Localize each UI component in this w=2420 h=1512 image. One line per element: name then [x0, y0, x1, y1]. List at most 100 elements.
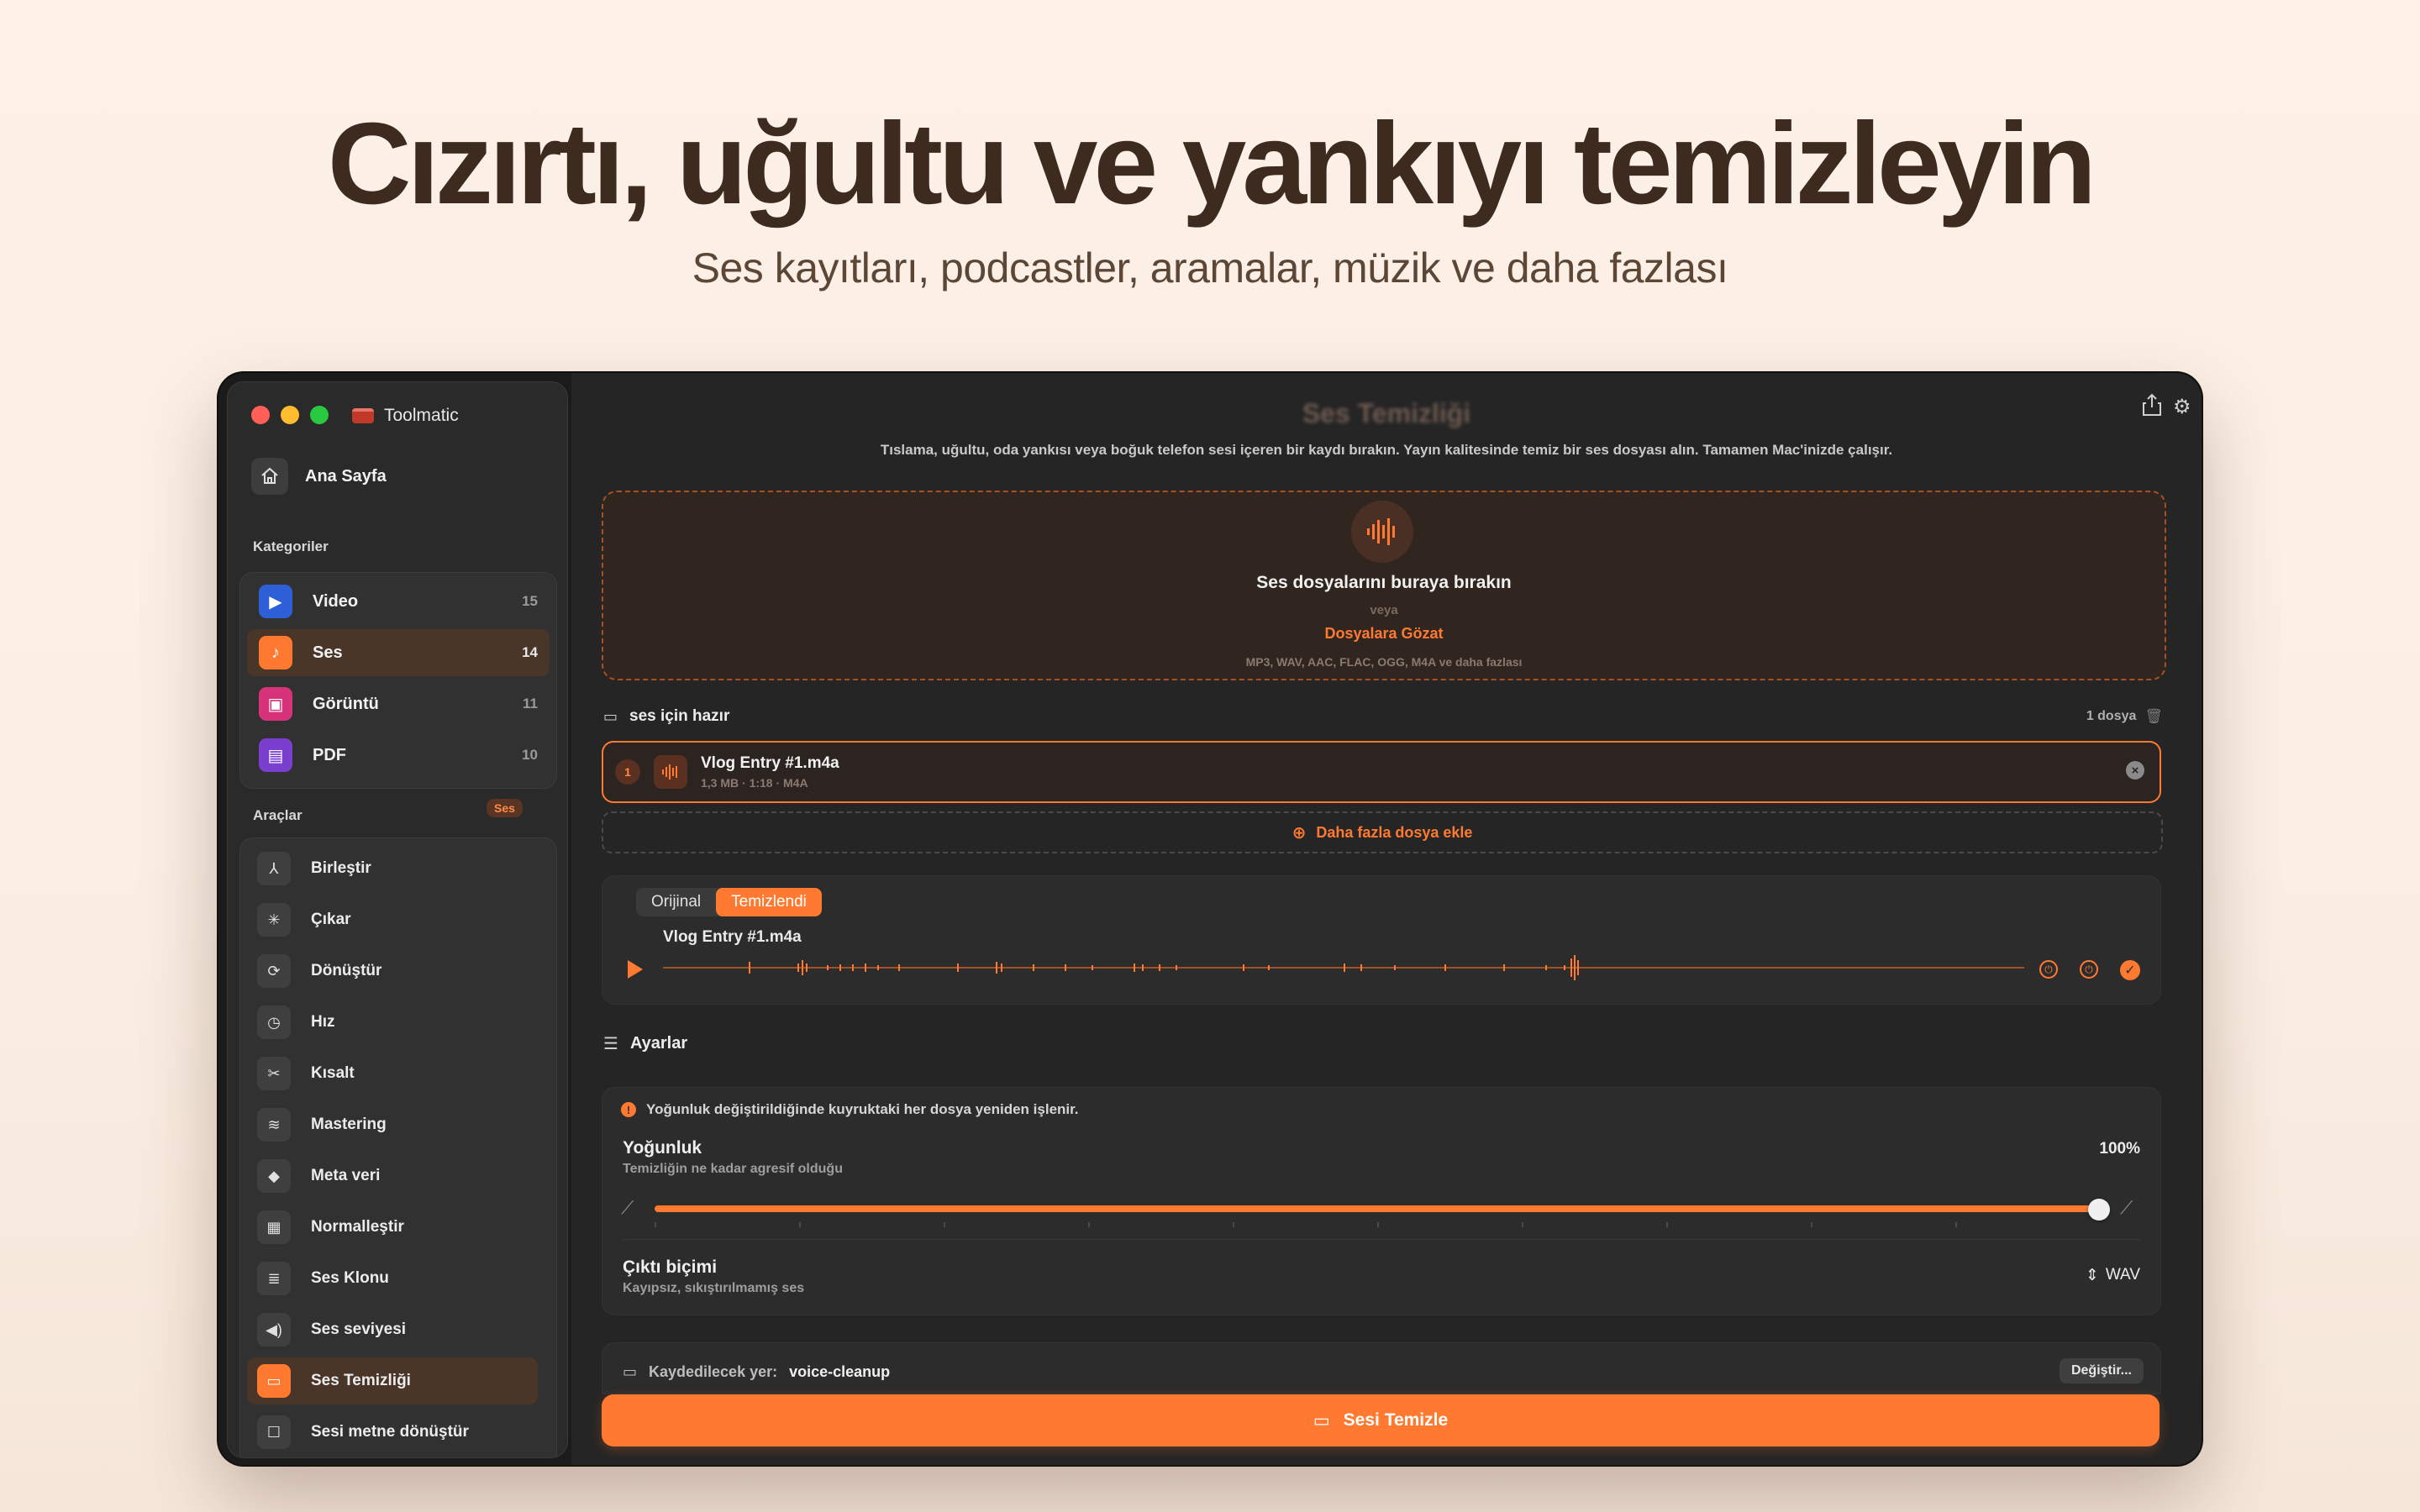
- tray-icon: ▭: [603, 707, 618, 725]
- waveform-icon: [1351, 501, 1413, 563]
- chevron-updown-icon: ⇕: [2085, 1267, 2099, 1284]
- sidebar-item-image[interactable]: ▣ Görüntü 11: [247, 680, 550, 727]
- category-count: 15: [522, 593, 538, 609]
- change-location-button[interactable]: Değiştir...: [2059, 1358, 2144, 1383]
- dropzone-or: veya: [1370, 603, 1398, 617]
- gear-icon[interactable]: ⚙: [2173, 395, 2191, 419]
- slider-tick: [1233, 1222, 1234, 1227]
- image-icon: ▣: [259, 687, 292, 721]
- category-label: Ses: [313, 643, 343, 662]
- file-index: 1: [615, 759, 640, 785]
- sidebar-item-extract[interactable]: ✳ Çıkar: [247, 896, 538, 943]
- trash-icon[interactable]: 🗑: [2144, 708, 2163, 725]
- sidebar-item-pdf[interactable]: ▤ PDF 10: [247, 732, 550, 779]
- output-format-label: Çıktı biçimi: [623, 1257, 718, 1277]
- remove-file-button[interactable]: ×: [2126, 761, 2144, 780]
- plus-circle-icon: ⊕: [1292, 823, 1307, 843]
- category-label: Video: [313, 591, 359, 611]
- tool-label: Birleştir: [311, 859, 371, 877]
- tool-label: Meta veri: [311, 1167, 381, 1184]
- sidebar-item-cleanup[interactable]: ▭ Ses Temizliği: [247, 1357, 538, 1404]
- home-label: Ana Sayfa: [305, 466, 387, 486]
- sidebar-item-merge[interactable]: ⅄ Birleştir: [247, 845, 538, 892]
- sidebar-item-convert[interactable]: ⟳ Dönüştür: [247, 948, 538, 995]
- tool-label: Kısalt: [311, 1064, 355, 1082]
- queue-count: 1 dosya: [2086, 709, 2137, 723]
- slider-tick: [1522, 1222, 1523, 1227]
- slider-tick: [799, 1222, 801, 1227]
- video-icon: ▶: [259, 585, 292, 618]
- sidebar-item-speed[interactable]: ◷ Hız: [247, 999, 538, 1046]
- sidebar-item-home[interactable]: Ana Sayfa: [251, 458, 387, 495]
- app-name-label: Toolmatic: [384, 406, 459, 425]
- add-more-files-button[interactable]: ⊕ Daha fazla dosya ekle: [602, 811, 2163, 853]
- tool-label: Mastering: [311, 1116, 387, 1133]
- clean-audio-button[interactable]: ▭ Sesi Temizle: [602, 1394, 2160, 1446]
- category-count: 14: [522, 644, 538, 660]
- hero-subtitle: Ses kayıtları, podcastler, aramalar, müz…: [692, 244, 1728, 291]
- close-window-button[interactable]: [251, 406, 270, 424]
- slider-tick: [1811, 1222, 1812, 1227]
- home-icon: [251, 458, 288, 495]
- volume-icon: ◀): [257, 1313, 291, 1347]
- tag-icon: ◆: [257, 1159, 291, 1193]
- tab-cleaned[interactable]: Temizlendi: [716, 888, 822, 916]
- checkmark-icon[interactable]: ✓: [2120, 960, 2140, 980]
- output-format-value: WAV: [2105, 1266, 2140, 1284]
- supported-formats: MP3, WAV, AAC, FLAC, OGG, M4A ve daha fa…: [1245, 655, 1523, 669]
- dropzone[interactable]: Ses dosyalarını buraya bırakın veya Dosy…: [602, 491, 2166, 680]
- tool-label: Ses Temizliği: [311, 1372, 411, 1389]
- hero-title: Cızırtı, uğultu ve yankıyı temizleyin: [327, 99, 2096, 228]
- intensity-slider-knob[interactable]: [2088, 1199, 2110, 1221]
- sidebar-item-mastering[interactable]: ≋ Mastering: [247, 1101, 538, 1148]
- music-note-icon: ♪: [259, 636, 292, 669]
- sidebar-item-volume[interactable]: ◀) Ses seviyesi: [247, 1306, 538, 1353]
- category-count: 10: [522, 747, 538, 763]
- sidebar-item-trim[interactable]: ✂ Kısalt: [247, 1050, 538, 1097]
- app-window: Toolmatic Ana Sayfa Kategoriler ▶ Video …: [218, 373, 2202, 1465]
- slider-tick: [655, 1222, 656, 1227]
- category-label: Görüntü: [313, 694, 379, 713]
- save-location: ▭ Kaydedilecek yer: voice-cleanup: [623, 1363, 890, 1381]
- power-icon[interactable]: ⏻: [2039, 960, 2058, 979]
- save-location-value: voice-cleanup: [789, 1363, 891, 1380]
- settings-header: ☰ Ayarlar: [603, 1033, 687, 1054]
- sliders-icon: ☰: [603, 1035, 618, 1053]
- sidebar-item-normalize[interactable]: ▦ Normalleştir: [247, 1204, 538, 1251]
- category-list: ▶ Video 15 ♪ Ses 14 ▣ Görüntü 11 ▤ PDF 1…: [239, 572, 557, 789]
- intensity-slider-track[interactable]: [655, 1205, 2100, 1212]
- minimize-window-button[interactable]: [281, 406, 299, 424]
- sidebar-item-voice-clone[interactable]: ≣ Ses Klonu: [247, 1255, 538, 1302]
- voice-clone-icon: ≣: [257, 1262, 291, 1295]
- wand-off-icon: ⟋: [621, 1197, 634, 1218]
- queue-file-row[interactable]: 1 Vlog Entry #1.m4a 1,3 MB · 1:18 · M4A …: [602, 741, 2161, 803]
- speed-icon: ◷: [257, 1005, 291, 1039]
- slider-tick: [1666, 1222, 1668, 1227]
- slider-tick: [944, 1222, 945, 1227]
- tools-filter-badge: Ses: [487, 799, 523, 817]
- intensity-value: 100%: [2099, 1140, 2140, 1158]
- scissors-icon: ✂: [257, 1057, 291, 1090]
- page-description: Tıslama, uğultu, oda yankısı veya boğuk …: [880, 442, 1893, 458]
- save-location-label: Kaydedilecek yer:: [649, 1363, 778, 1380]
- waveform[interactable]: [663, 947, 2024, 989]
- output-format-description: Kayıpsız, sıkıştırılmamış ses: [623, 1281, 805, 1295]
- transcribe-icon: ☐: [257, 1415, 291, 1449]
- categories-header: Kategoriler: [253, 538, 329, 554]
- file-name: Vlog Entry #1.m4a: [701, 754, 839, 772]
- tool-label: Ses seviyesi: [311, 1320, 407, 1338]
- output-format-select[interactable]: ⇕ WAV: [2086, 1266, 2140, 1285]
- sidebar-item-audio[interactable]: ♪ Ses 14: [247, 629, 550, 676]
- normalize-icon: ▦: [257, 1210, 291, 1244]
- zoom-window-button[interactable]: [310, 406, 329, 424]
- sidebar-item-transcribe[interactable]: ☐ Sesi metne dönüştür: [247, 1409, 538, 1456]
- sidebar-item-metadata[interactable]: ◆ Meta veri: [247, 1152, 538, 1200]
- tab-original[interactable]: Orijinal: [636, 888, 716, 916]
- timer-icon[interactable]: ⏻: [2080, 960, 2098, 979]
- browse-files-link[interactable]: Dosyalara Gözat: [603, 625, 2165, 643]
- slider-tick: [1377, 1222, 1379, 1227]
- tool-label: Ses Klonu: [311, 1269, 389, 1287]
- play-icon[interactable]: [628, 960, 643, 979]
- sidebar-item-video[interactable]: ▶ Video 15: [247, 578, 550, 625]
- share-icon[interactable]: [2141, 393, 2163, 423]
